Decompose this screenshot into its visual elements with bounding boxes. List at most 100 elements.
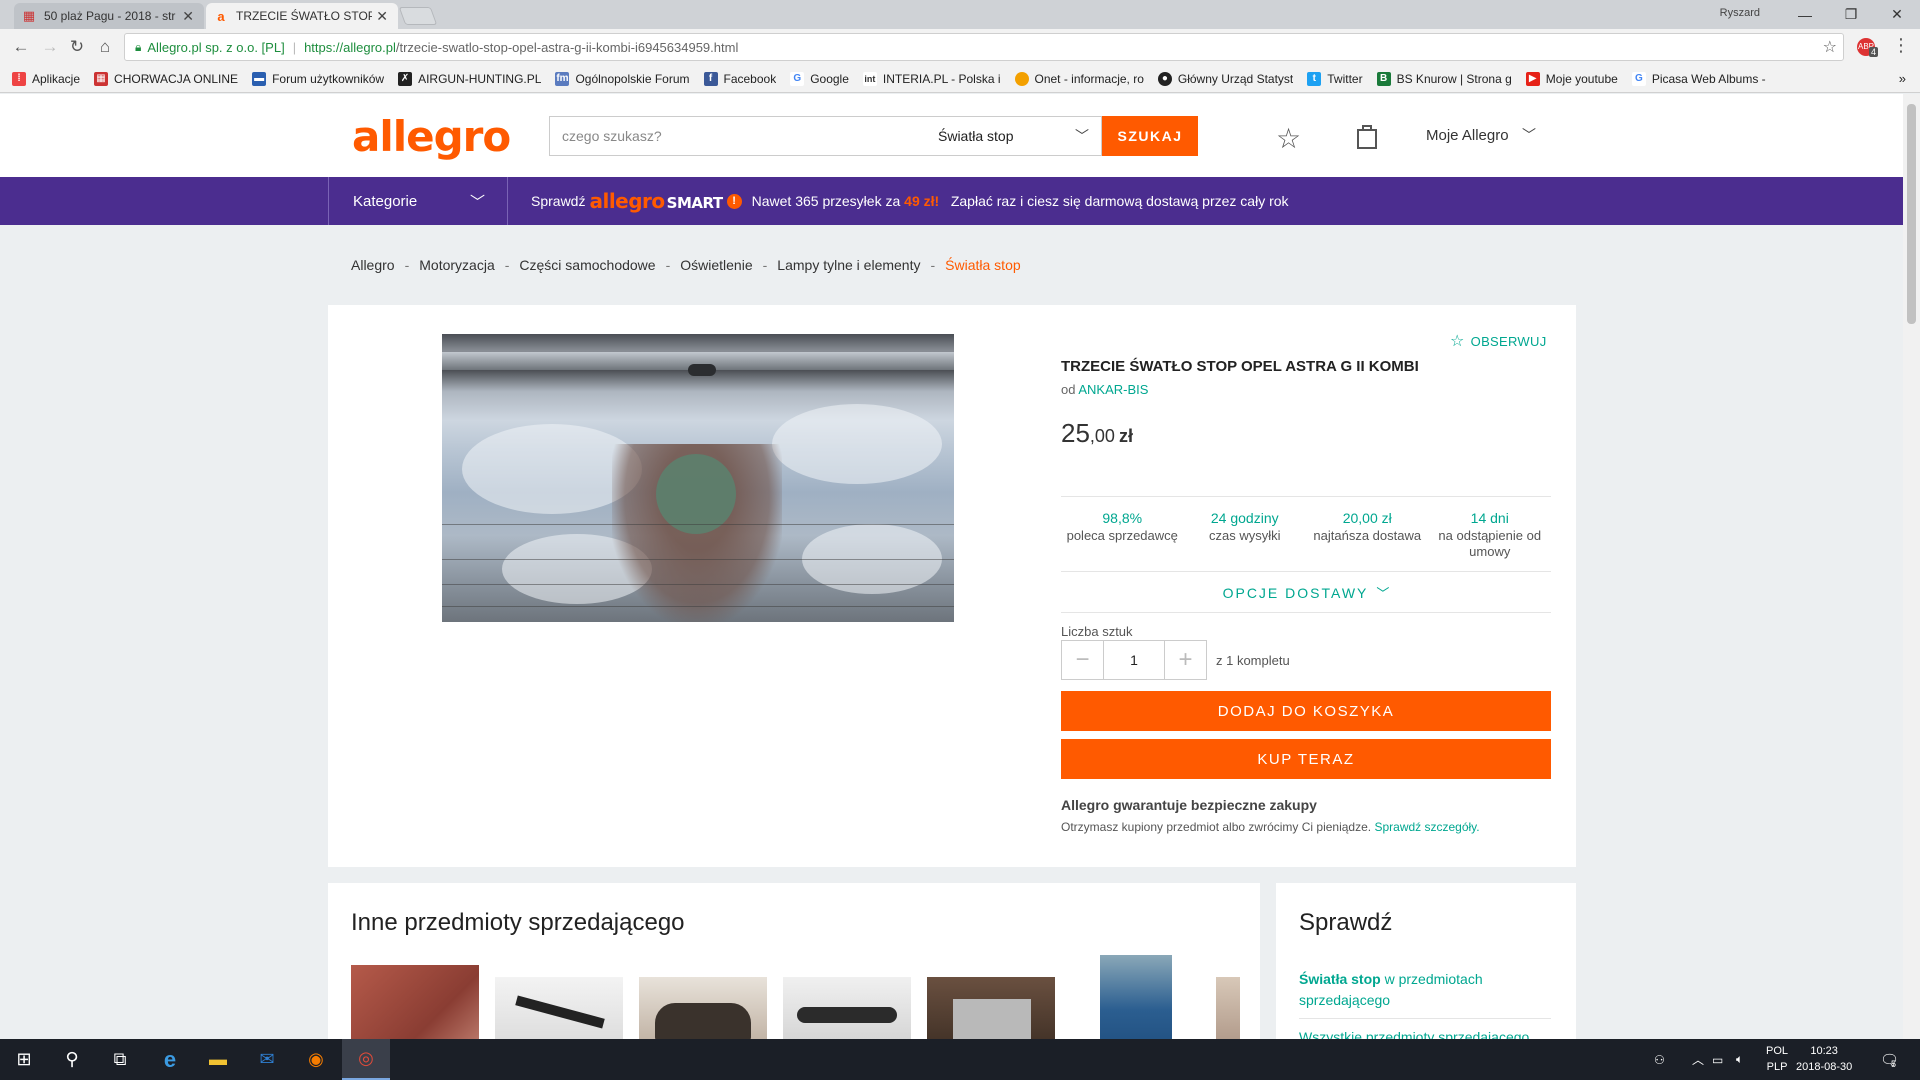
chevron-down-icon[interactable]: ﹀ xyxy=(1522,125,1536,145)
item-thumbnail[interactable] xyxy=(927,977,1055,1039)
close-icon[interactable]: ✕ xyxy=(376,8,388,25)
stat-cheapest-delivery[interactable]: 20,00 zł najtańsza dostawa xyxy=(1306,497,1429,571)
network-icon[interactable]: ▭ xyxy=(1712,1039,1723,1080)
outlook-icon[interactable]: ✉ xyxy=(243,1039,291,1080)
all-seller-items-link[interactable]: Wszystkie przedmioty sprzedającego xyxy=(1299,1029,1529,1039)
thumb-object xyxy=(953,999,1031,1039)
observe-button[interactable]: ☆ OBSERWUJ xyxy=(1450,331,1547,351)
stat-value: 98,8% xyxy=(1102,510,1143,526)
quantity-input[interactable] xyxy=(1103,641,1165,679)
delivery-options-toggle[interactable]: OPCJE DOSTAWY ﹀ xyxy=(1061,573,1551,613)
product-title: TRZECIE ŚWATŁO STOP OPEL ASTRA G II KOMB… xyxy=(1061,358,1419,375)
breadcrumb-item[interactable]: Motoryzacja xyxy=(419,257,494,273)
bookmark-item[interactable]: int INTERIA.PL - Polska i xyxy=(862,71,1001,86)
category-select[interactable]: Światła stop ﹀ xyxy=(926,116,1102,156)
people-icon[interactable]: ⚇ xyxy=(1654,1039,1665,1080)
breadcrumb-current[interactable]: Światła stop xyxy=(945,257,1020,273)
guarantee-text: Otrzymasz kupiony przedmiot albo zwrócim… xyxy=(1061,820,1480,834)
cart-bag-icon[interactable] xyxy=(1356,122,1378,157)
item-thumbnail[interactable] xyxy=(639,977,767,1039)
allegro-smart-promo[interactable]: Sprawdź allegro SMART ! Nawet 365 przesył… xyxy=(531,177,1289,225)
section-divider xyxy=(1299,1018,1551,1019)
minimize-icon[interactable]: — xyxy=(1782,0,1828,29)
my-allegro-menu[interactable]: Moje Allegro xyxy=(1426,127,1509,144)
increase-quantity-button[interactable]: + xyxy=(1165,641,1206,679)
bookmark-item[interactable]: Onet - informacje, ro xyxy=(1014,71,1144,86)
close-icon[interactable]: ✕ xyxy=(182,8,194,25)
tab-allegro-product[interactable]: a TRZECIE ŚWATŁO STOP O ✕ xyxy=(206,3,398,29)
bookmark-item[interactable]: ▶ Moje youtube xyxy=(1525,71,1618,86)
input-language[interactable]: POL PLP xyxy=(1766,1043,1788,1075)
forward-icon[interactable]: → xyxy=(38,35,62,59)
product-photo[interactable] xyxy=(442,334,954,622)
bookmark-item[interactable]: B BS Knurow | Strona g xyxy=(1376,71,1512,86)
stat-value: 24 godziny xyxy=(1210,510,1279,526)
buy-now-button[interactable]: KUP TERAZ xyxy=(1061,739,1551,779)
search-button[interactable]: SZUKAJ xyxy=(1102,116,1198,156)
watchlist-star-icon[interactable]: ☆ xyxy=(1276,122,1301,155)
bookmark-item[interactable]: ▬ Forum użytkowników xyxy=(252,71,384,86)
item-thumbnail[interactable] xyxy=(1100,955,1172,1039)
windows-start-icon[interactable]: ⊞ xyxy=(0,1039,48,1080)
menu-icon[interactable]: ⋮ xyxy=(1892,35,1910,56)
allegro-logo[interactable]: allegro xyxy=(352,112,511,161)
item-thumbnail[interactable] xyxy=(783,977,911,1039)
seller-link[interactable]: ANKAR-BIS xyxy=(1078,382,1148,397)
file-explorer-icon[interactable]: ▬ xyxy=(194,1039,242,1080)
add-to-cart-button[interactable]: DODAJ DO KOSZYKA xyxy=(1061,691,1551,731)
notifications-icon[interactable]: 🗨︎ 5 xyxy=(1880,1039,1899,1080)
site-identity[interactable]: Allegro.pl sp. z o.o. [PL] xyxy=(147,40,284,55)
page-scrollbar[interactable] xyxy=(1903,94,1920,1039)
breadcrumb-item[interactable]: Oświetlenie xyxy=(680,257,752,273)
edge-icon[interactable]: e xyxy=(146,1039,194,1080)
quantity-stepper: − + xyxy=(1061,640,1207,680)
breadcrumb-item[interactable]: Części samochodowe xyxy=(519,257,655,273)
stat-recommend[interactable]: 98,8% poleca sprzedawcę xyxy=(1061,497,1184,571)
breadcrumb-item[interactable]: Allegro xyxy=(351,257,395,273)
search-icon[interactable]: ⚲ xyxy=(48,1039,96,1080)
reload-icon[interactable]: ↻ xyxy=(65,35,89,59)
item-thumbnail[interactable] xyxy=(495,977,623,1039)
restore-icon[interactable]: ❐ xyxy=(1828,0,1874,29)
bookmarks-overflow-icon[interactable]: » xyxy=(1899,71,1906,86)
bookmark-item[interactable]: f Facebook xyxy=(703,71,776,86)
bookmark-item[interactable]: ● Główny Urząd Statyst xyxy=(1157,71,1293,86)
item-thumbnail[interactable] xyxy=(1216,977,1240,1039)
breadcrumb-item[interactable]: Lampy tylne i elementy xyxy=(777,257,920,273)
firefox-icon[interactable]: ◉ xyxy=(292,1039,340,1080)
bookmark-item[interactable]: G Picasa Web Albums - xyxy=(1631,71,1766,86)
stat-withdrawal[interactable]: 14 dni na odstąpienie od umowy xyxy=(1429,497,1552,571)
decrease-quantity-button[interactable]: − xyxy=(1062,641,1103,679)
tray-chevron-up-icon[interactable]: ︿ xyxy=(1692,1039,1704,1080)
close-window-icon[interactable]: ✕ xyxy=(1874,0,1920,29)
bookmark-item[interactable]: t Twitter xyxy=(1307,71,1363,86)
bookmark-item[interactable]: fm Ogólnopolskie Forum xyxy=(555,71,690,86)
back-icon[interactable]: ← xyxy=(9,35,33,59)
item-thumbnail[interactable] xyxy=(351,965,479,1039)
new-tab-button[interactable] xyxy=(398,7,438,25)
breadcrumb-separator: - xyxy=(762,257,768,273)
bookmark-item[interactable]: ▦ CHORWACJA ONLINE xyxy=(94,71,238,86)
volume-icon[interactable]: 🔈︎ xyxy=(1736,1039,1743,1080)
chrome-icon[interactable]: ◎ xyxy=(342,1039,390,1080)
bookmark-item[interactable]: G Google xyxy=(790,71,849,86)
search-input[interactable] xyxy=(549,116,927,156)
bookmark-item[interactable]: ✗ AIRGUN-HUNTING.PL xyxy=(398,71,541,86)
bookmark-apps[interactable]: ⁞ Aplikacje xyxy=(12,71,80,86)
profile-name[interactable]: Ryszard xyxy=(1720,7,1760,19)
chevron-down-icon: ﹀ xyxy=(1376,586,1390,601)
bookmark-star-icon[interactable]: ☆ xyxy=(1823,37,1837,57)
stat-shipping-time[interactable]: 24 godziny czas wysyłki xyxy=(1184,497,1307,571)
task-view-icon[interactable]: ⧉ xyxy=(96,1039,144,1080)
promo-text-a: Nawet 365 przesyłek za xyxy=(751,193,901,209)
system-clock[interactable]: 10:23 2018-08-30 xyxy=(1796,1043,1852,1075)
categories-button[interactable]: Kategorie ﹀ xyxy=(328,177,508,225)
stat-label: najtańsza dostawa xyxy=(1313,528,1422,543)
guarantee-details-link[interactable]: Sprawdź szczegóły. xyxy=(1374,820,1479,834)
home-icon[interactable]: ⌂ xyxy=(93,35,117,59)
tab-pag-beaches[interactable]: ▦ 50 plaż Pagu - 2018 - str ✕ xyxy=(14,3,204,29)
address-bar[interactable]: 🔒︎ Allegro.pl sp. z o.o. [PL] | https://… xyxy=(124,33,1844,61)
scrollbar-thumb[interactable] xyxy=(1907,104,1916,324)
twitter-icon: t xyxy=(1307,71,1322,86)
category-in-seller-link[interactable]: Światła stop w przedmiotach sprzedająceg… xyxy=(1299,969,1539,1011)
